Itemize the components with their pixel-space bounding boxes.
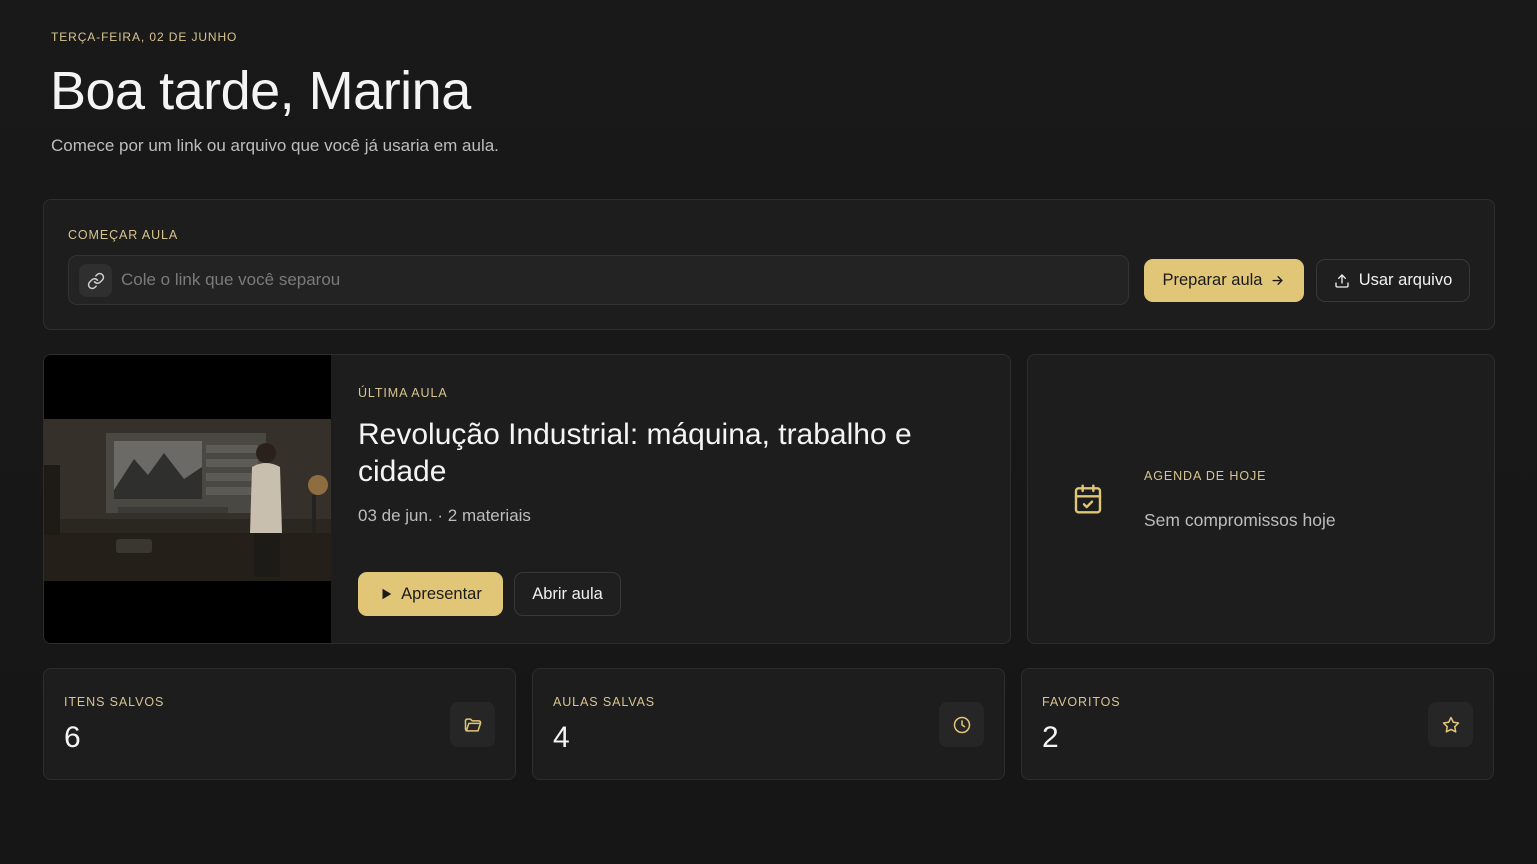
present-button[interactable]: Apresentar — [358, 572, 503, 616]
stat-value: 4 — [553, 721, 570, 754]
prepare-lesson-button[interactable]: Preparar aula — [1144, 259, 1304, 302]
dashboard-page: TERÇA-FEIRA, 02 DE JUNHO Boa tarde, Mari… — [0, 0, 1537, 864]
present-label: Apresentar — [401, 584, 482, 603]
lesson-meta: 03 de jun. · 2 materiais — [358, 506, 531, 525]
agenda-card: AGENDA DE HOJE Sem compromissos hoje — [1027, 354, 1495, 644]
last-lesson-card: ÚLTIMA AULA Revolução Industrial: máquin… — [43, 354, 1011, 644]
start-lesson-label: COMEÇAR AULA — [68, 228, 179, 242]
clock-icon — [939, 702, 984, 747]
stat-value: 2 — [1042, 721, 1059, 754]
start-lesson-card: COMEÇAR AULA Preparar aula Usar arquivo — [43, 199, 1495, 330]
page-title: Boa tarde, Marina — [50, 61, 471, 121]
open-lesson-button[interactable]: Abrir aula — [514, 572, 621, 616]
upload-icon — [1335, 273, 1349, 288]
stat-label: FAVORITOS — [1042, 695, 1121, 709]
prepare-lesson-label: Preparar aula — [1162, 271, 1263, 289]
use-file-label: Usar arquivo — [1358, 271, 1453, 289]
last-lesson-label: ÚLTIMA AULA — [358, 386, 448, 400]
folder-icon — [450, 702, 495, 747]
stat-label: AULAS SALVAS — [553, 695, 656, 709]
stat-card-saved-items[interactable]: ITENS SALVOS 6 — [43, 668, 516, 780]
link-input[interactable] — [121, 256, 1101, 304]
use-file-button[interactable]: Usar arquivo — [1316, 259, 1470, 302]
stat-value: 6 — [64, 721, 81, 754]
stat-label: ITENS SALVOS — [64, 695, 165, 709]
stat-card-saved-lessons[interactable]: AULAS SALVAS 4 — [532, 668, 1005, 780]
lesson-title[interactable]: Revolução Industrial: máquina, trabalho … — [358, 416, 978, 490]
open-lesson-label: Abrir aula — [532, 584, 603, 603]
agenda-status: Sem compromissos hoje — [1144, 510, 1336, 530]
current-date: TERÇA-FEIRA, 02 DE JUNHO — [51, 30, 238, 44]
page-subtitle: Comece por um link ou arquivo que você j… — [51, 136, 499, 155]
classroom-scene-image — [44, 355, 331, 643]
link-icon — [79, 264, 112, 297]
lesson-thumbnail[interactable] — [44, 355, 331, 643]
play-icon — [382, 588, 392, 600]
link-field[interactable] — [68, 255, 1129, 305]
calendar-check-icon — [1072, 483, 1104, 520]
star-icon — [1428, 702, 1473, 747]
arrow-right-icon — [1272, 276, 1284, 285]
stat-card-favorites[interactable]: FAVORITOS 2 — [1021, 668, 1494, 780]
agenda-label: AGENDA DE HOJE — [1144, 469, 1267, 483]
